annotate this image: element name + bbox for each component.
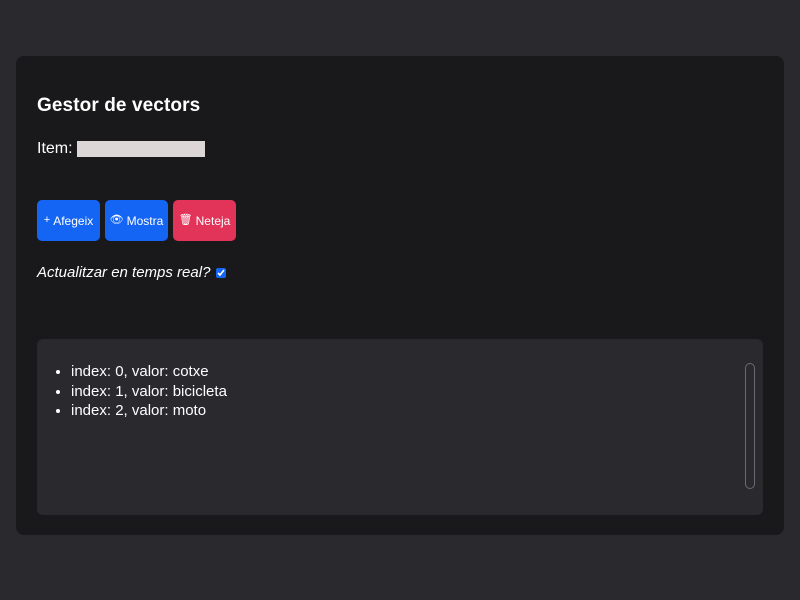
add-button-label: Afegeix — [53, 213, 94, 228]
realtime-label: Actualitzar en temps real? — [37, 264, 211, 281]
show-button[interactable]: 👁 Mostra — [105, 200, 168, 241]
clear-button[interactable]: 🗑 Neteja — [173, 200, 236, 241]
page-title: Gestor de vectors — [37, 95, 201, 116]
add-button[interactable]: + Afegeix — [37, 200, 100, 241]
vector-manager-card: Gestor de vectors Item: + Afegeix 👁 Most… — [16, 56, 784, 535]
list-item: index: 0, valor: cotxe — [71, 362, 227, 382]
button-group: + Afegeix 👁 Mostra 🗑 Neteja — [37, 200, 236, 241]
clear-button-label: Neteja — [195, 213, 231, 228]
output-list: index: 0, valor: cotxeindex: 1, valor: b… — [53, 362, 227, 421]
eye-icon: 👁 — [109, 214, 124, 226]
list-item: index: 1, valor: bicicleta — [71, 382, 227, 402]
item-input[interactable] — [76, 141, 205, 157]
output-scrollbar[interactable] — [745, 363, 755, 489]
item-label: Item: — [37, 140, 73, 157]
realtime-row: Actualitzar en temps real? — [37, 264, 227, 281]
plus-icon: + — [43, 214, 51, 226]
realtime-checkbox[interactable] — [216, 267, 227, 278]
list-item: index: 2, valor: moto — [71, 401, 227, 421]
show-button-label: Mostra — [126, 213, 164, 228]
output-panel: index: 0, valor: cotxeindex: 1, valor: b… — [37, 339, 763, 515]
item-row: Item: — [37, 140, 205, 158]
trash-icon: 🗑 — [178, 214, 193, 226]
